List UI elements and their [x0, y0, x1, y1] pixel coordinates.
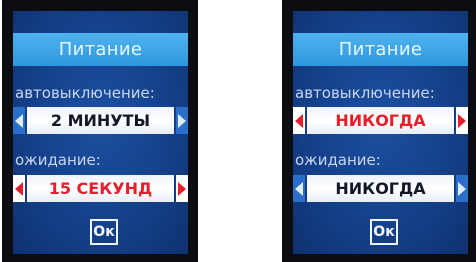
standby-label: ожидание: [295, 151, 381, 169]
auto-off-next-button[interactable] [456, 107, 468, 134]
chevron-left-icon [15, 181, 23, 196]
auto-off-value: 2 МИНУТЫ [27, 107, 174, 134]
chevron-right-icon [458, 181, 466, 196]
screen-title: Питание [293, 33, 468, 66]
device-left: Питание автовыключение: 2 МИНУТЫ ожидани… [2, 0, 198, 262]
device-right: Питание автовыключение: НИКОГДА ожидание… [282, 0, 476, 262]
chevron-right-icon [458, 113, 466, 128]
standby-next-button[interactable] [456, 175, 468, 202]
chevron-right-icon [178, 181, 186, 196]
auto-off-label: автовыключение: [15, 84, 155, 102]
standby-value: НИКОГДА [307, 175, 454, 202]
standby-value: 15 СЕКУНД [27, 175, 174, 202]
auto-off-value: НИКОГДА [307, 107, 454, 134]
standby-next-button[interactable] [176, 175, 188, 202]
chevron-left-icon [295, 113, 303, 128]
standby-prev-button[interactable] [13, 175, 25, 202]
standby-label: ожидание: [15, 151, 101, 169]
screen: Питание автовыключение: 2 МИНУТЫ ожидани… [13, 11, 188, 254]
chevron-left-icon [295, 181, 303, 196]
auto-off-label: автовыключение: [295, 84, 435, 102]
standby-selector[interactable]: НИКОГДА [293, 175, 468, 202]
screen: Питание автовыключение: НИКОГДА ожидание… [293, 11, 468, 254]
chevron-right-icon [178, 113, 186, 128]
standby-selector[interactable]: 15 СЕКУНД [13, 175, 188, 202]
auto-off-next-button[interactable] [176, 107, 188, 134]
standby-prev-button[interactable] [293, 175, 305, 202]
chevron-left-icon [15, 113, 23, 128]
ok-button[interactable]: Ок [90, 219, 118, 245]
auto-off-selector[interactable]: 2 МИНУТЫ [13, 107, 188, 134]
auto-off-prev-button[interactable] [13, 107, 25, 134]
screen-title: Питание [13, 33, 188, 66]
auto-off-prev-button[interactable] [293, 107, 305, 134]
ok-button[interactable]: Ок [370, 219, 398, 245]
auto-off-selector[interactable]: НИКОГДА [293, 107, 468, 134]
